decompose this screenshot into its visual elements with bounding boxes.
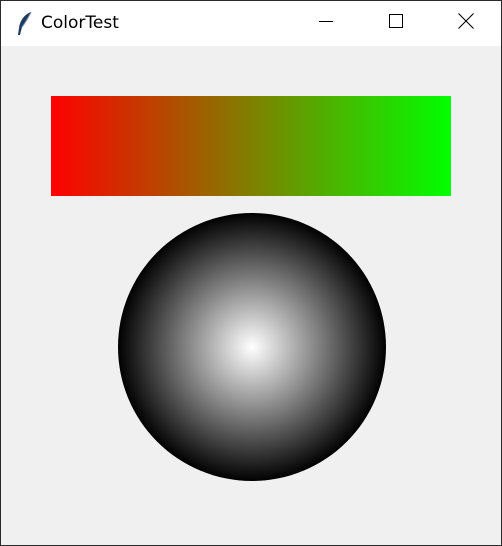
- canvas-area: [1, 46, 501, 545]
- maximize-button[interactable]: [373, 1, 419, 46]
- minimize-icon: [319, 14, 333, 33]
- maximize-icon: [389, 14, 403, 33]
- minimize-button[interactable]: [303, 1, 349, 46]
- title-bar[interactable]: ColorTest: [1, 1, 501, 46]
- app-window: ColorTest: [0, 0, 502, 546]
- radial-gradient-circle: [118, 213, 386, 481]
- red-green-gradient-bar: [51, 96, 451, 196]
- window-title: ColorTest: [41, 13, 119, 33]
- close-button[interactable]: [443, 1, 489, 46]
- feather-icon: [16, 11, 34, 37]
- close-icon: [458, 13, 474, 34]
